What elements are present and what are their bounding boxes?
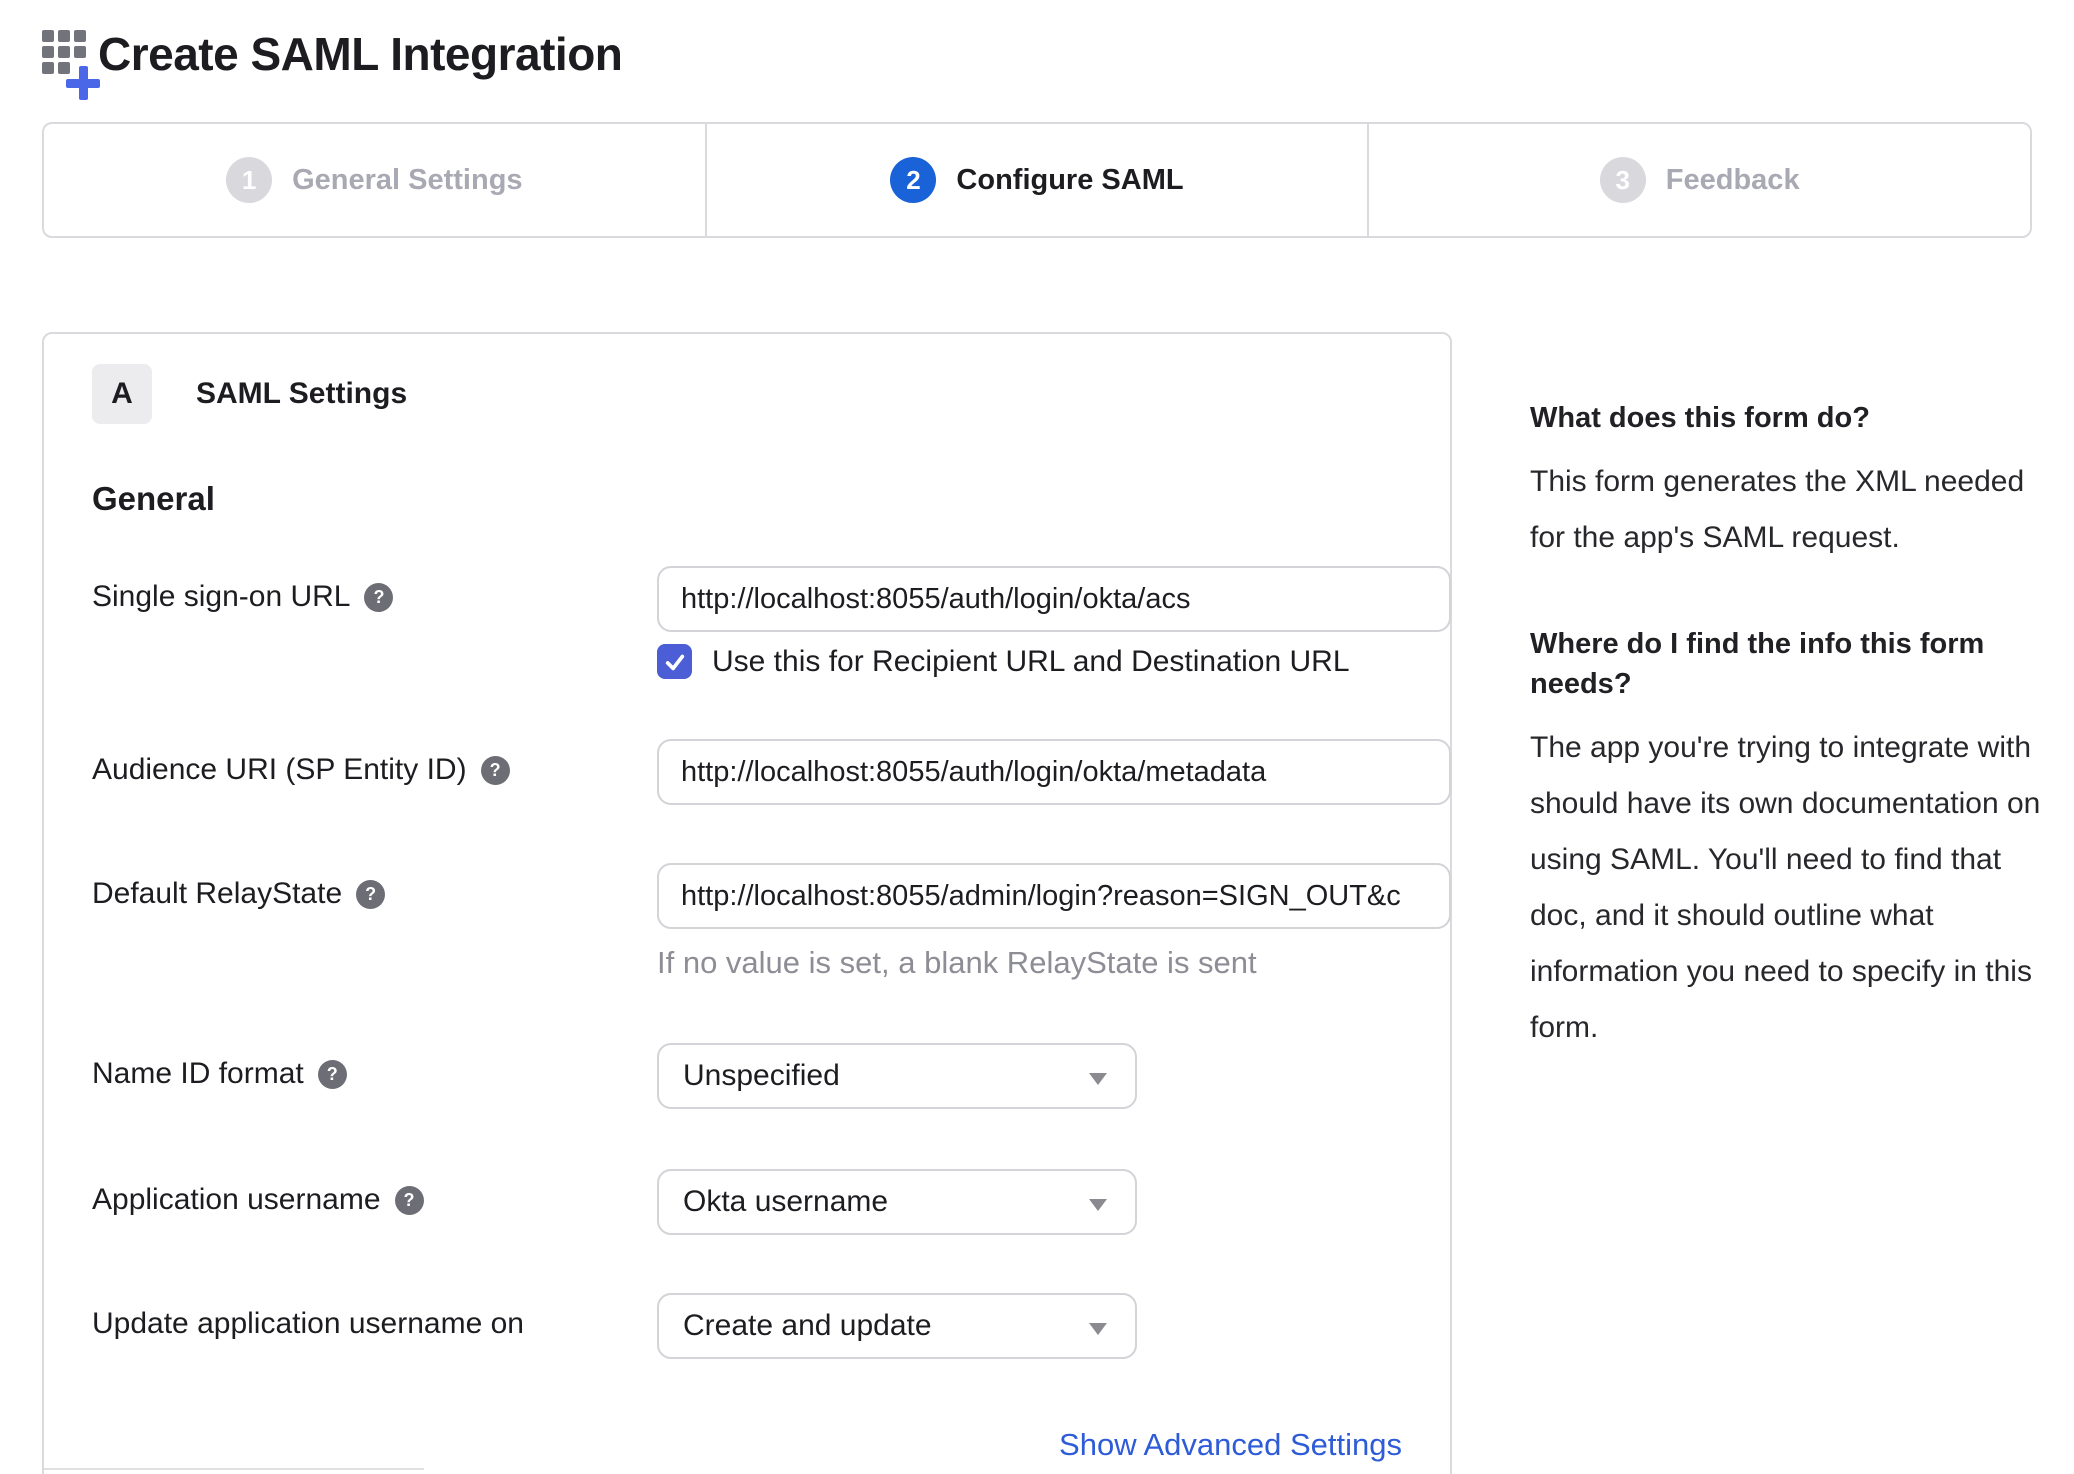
sidebar-heading-what: What does this form do? — [1530, 402, 1870, 434]
step-label: General Settings — [292, 163, 523, 196]
question-mark-icon[interactable]: ? — [480, 755, 510, 785]
question-mark-icon[interactable]: ? — [394, 1185, 424, 1215]
step-number-badge: 3 — [1599, 157, 1646, 203]
field-label: Name ID format — [92, 1057, 304, 1090]
caret-down-icon — [1089, 1073, 1107, 1085]
sidebar-body-where: The app you're trying to integrate with … — [1530, 731, 2041, 1044]
application-username-select[interactable]: Okta username — [657, 1169, 1137, 1235]
field-label: Update application username on — [92, 1307, 524, 1340]
card-header: A SAML Settings — [92, 364, 1402, 424]
select-value: Okta username — [683, 1185, 889, 1218]
grid-plus-icon — [42, 30, 100, 100]
checkmark-icon — [665, 654, 684, 670]
select-value: Unspecified — [683, 1059, 840, 1092]
field-label: Default RelayState — [92, 877, 343, 910]
field-label: Audience URI (SP Entity ID) — [92, 753, 467, 786]
wizard-steps: 1 General Settings 2 Configure SAML 3 Fe… — [42, 122, 2032, 238]
page-header: Create SAML Integration — [42, 22, 623, 100]
relaystate-helper-text: If no value is set, a blank RelayState i… — [657, 945, 1257, 980]
form-row-audience-uri: Audience URI (SP Entity ID) ? — [92, 739, 1451, 805]
form-row-single-sign-on-url: Single sign-on URL ? Use this for Recipi… — [92, 566, 1451, 679]
field-label: Single sign-on URL — [92, 580, 351, 613]
name-id-format-select[interactable]: Unspecified — [657, 1043, 1137, 1109]
default-relaystate-input[interactable] — [657, 863, 1451, 929]
card-title: SAML Settings — [196, 377, 408, 410]
caret-down-icon — [1089, 1199, 1107, 1211]
show-advanced-settings-link[interactable]: Show Advanced Settings — [1059, 1427, 1402, 1462]
update-application-username-select[interactable]: Create and update — [657, 1293, 1137, 1359]
select-value: Create and update — [683, 1309, 932, 1342]
form-row-update-application-username: Update application username on Create an… — [92, 1293, 1402, 1359]
section-a-badge: A — [92, 364, 152, 424]
wizard-step-configure-saml[interactable]: 2 Configure SAML — [704, 124, 1368, 236]
question-mark-icon[interactable]: ? — [364, 582, 394, 612]
single-sign-on-url-input[interactable] — [657, 566, 1451, 632]
page-title: Create SAML Integration — [98, 28, 623, 80]
sidebar-heading-where: Where do I find the info this form needs… — [1530, 628, 1985, 700]
caret-down-icon — [1089, 1323, 1107, 1335]
step-label: Configure SAML — [956, 163, 1184, 196]
step-label: Feedback — [1665, 163, 1800, 196]
form-row-name-id-format: Name ID format ? Unspecified — [92, 1043, 1402, 1109]
step-number-badge: 2 — [890, 157, 937, 203]
form-row-application-username: Application username ? Okta username — [92, 1169, 1402, 1235]
checkbox-label: Use this for Recipient URL and Destinati… — [712, 644, 1350, 678]
section-divider — [44, 1468, 424, 1470]
step-number-badge: 1 — [226, 157, 273, 203]
question-mark-icon[interactable]: ? — [356, 879, 386, 909]
recipient-url-checkbox[interactable] — [657, 644, 692, 679]
form-row-default-relaystate: Default RelayState ? If no value is set,… — [92, 863, 1451, 981]
field-label: Application username — [92, 1183, 381, 1216]
help-sidebar: What does this form do? This form genera… — [1530, 398, 2050, 1056]
question-mark-icon[interactable]: ? — [317, 1059, 347, 1089]
wizard-step-feedback[interactable]: 3 Feedback — [1367, 124, 2030, 236]
audience-uri-input[interactable] — [657, 739, 1451, 805]
wizard-step-general-settings[interactable]: 1 General Settings — [44, 124, 705, 236]
sidebar-body-what: This form generates the XML needed for t… — [1530, 465, 2025, 554]
general-section-heading: General — [92, 480, 215, 517]
saml-settings-card: A SAML Settings General Single sign-on U… — [42, 332, 1452, 1474]
